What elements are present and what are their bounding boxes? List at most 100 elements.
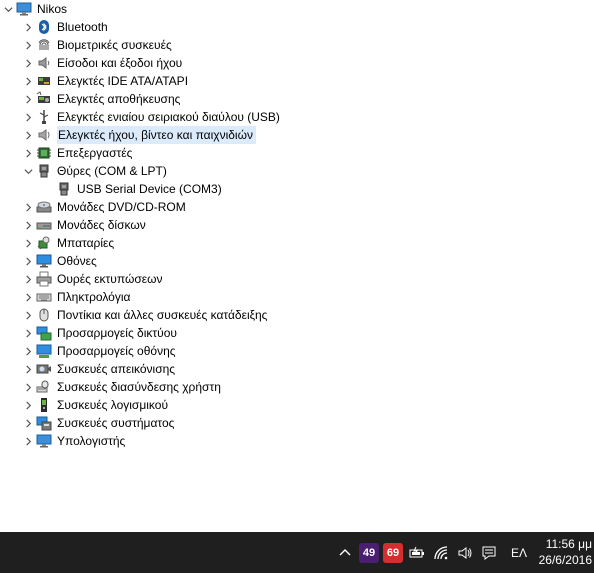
node-label: Προσαρμογείς οθόνης xyxy=(57,344,176,358)
tree-category-node[interactable]: Οθόνες xyxy=(20,252,97,270)
badge-purple: 49 xyxy=(359,542,379,563)
node-label: Προσαρμογείς δικτύου xyxy=(57,326,177,340)
chevron-right-icon[interactable] xyxy=(20,144,36,162)
taskbar: 49 69 ΕΛ 11:56 μμ 26/6/2016 xyxy=(0,532,594,573)
tree-category-node[interactable]: Ελεγκτές αποθήκευσης xyxy=(20,90,180,108)
tree-device-node[interactable]: USB Serial Device (COM3) xyxy=(40,180,222,198)
tree-category-node[interactable]: Θύρες (COM & LPT) xyxy=(20,162,167,180)
chevron-right-icon[interactable] xyxy=(20,324,36,342)
tree-category-node[interactable]: Ελεγκτές ενιαίου σειριακού διαύλου (USB) xyxy=(20,108,280,126)
keyboard-icon xyxy=(36,289,52,305)
printer-icon xyxy=(36,271,52,287)
computer-icon xyxy=(36,433,52,449)
system-device-icon xyxy=(36,415,52,431)
tree-category-node[interactable]: Υπολογιστής xyxy=(20,432,125,450)
network-adapter-icon xyxy=(36,325,52,341)
tray-badge-purple[interactable]: 49 xyxy=(358,532,380,573)
processor-icon xyxy=(36,145,52,161)
storage-controller-icon xyxy=(36,91,52,107)
chevron-right-icon[interactable] xyxy=(20,252,36,270)
tree-category-node[interactable]: Βιομετρικές συσκευές xyxy=(20,36,172,54)
display-adapter-icon xyxy=(36,343,52,359)
tree-category-node[interactable]: Μονάδες δίσκων xyxy=(20,216,146,234)
chevron-right-icon[interactable] xyxy=(20,378,36,396)
tree-category-node[interactable]: Μονάδες DVD/CD-ROM xyxy=(20,198,186,216)
clock-date: 26/6/2016 xyxy=(538,553,592,567)
chevron-right-icon[interactable] xyxy=(20,288,36,306)
camera-icon xyxy=(36,361,52,377)
tree-category-node[interactable]: Ουρές εκτυπώσεων xyxy=(20,270,162,288)
tree-category-node[interactable]: Μπαταρίες xyxy=(20,234,114,252)
show-hidden-icons-chevron-up-icon[interactable] xyxy=(336,532,354,573)
node-label: Ελεγκτές IDE ATA/ATAPI xyxy=(57,74,189,88)
chevron-right-icon[interactable] xyxy=(20,342,36,360)
mouse-icon xyxy=(36,307,52,323)
node-label: Πληκτρολόγια xyxy=(57,290,131,304)
node-label: Βιομετρικές συσκευές xyxy=(57,38,172,52)
battery-charging-icon[interactable] xyxy=(406,532,428,573)
chevron-right-icon[interactable] xyxy=(20,198,36,216)
port-icon xyxy=(56,181,72,197)
node-label: Οθόνες xyxy=(57,254,97,268)
chevron-down-icon[interactable] xyxy=(20,162,36,180)
node-label: USB Serial Device (COM3) xyxy=(77,182,222,196)
node-label: Συσκευές απεικόνισης xyxy=(57,362,176,376)
chevron-right-icon[interactable] xyxy=(20,234,36,252)
tree-category-node[interactable]: Είσοδοι και έξοδοι ήχου xyxy=(20,54,182,72)
chevron-right-icon[interactable] xyxy=(20,54,36,72)
tree-root-node[interactable]: Nikos xyxy=(0,0,67,18)
chevron-right-icon[interactable] xyxy=(20,270,36,288)
node-label: Nikos xyxy=(37,2,68,16)
action-center-icon[interactable] xyxy=(478,532,500,573)
clock[interactable]: 11:56 μμ 26/6/2016 xyxy=(539,536,592,568)
tree-category-node[interactable]: Προσαρμογείς οθόνης xyxy=(20,342,176,360)
chevron-down-icon[interactable] xyxy=(0,0,16,18)
node-label: Ελεγκτές αποθήκευσης xyxy=(57,92,181,106)
chevron-right-icon[interactable] xyxy=(20,396,36,414)
chevron-right-icon[interactable] xyxy=(20,36,36,54)
tree-category-node[interactable]: Συσκευές απεικόνισης xyxy=(20,360,175,378)
tree-category-node[interactable]: Ελεγκτές IDE ATA/ATAPI xyxy=(20,72,188,90)
tree-category-node[interactable]: Bluetooth xyxy=(20,18,108,36)
chevron-right-icon[interactable] xyxy=(20,126,36,144)
volume-icon[interactable] xyxy=(454,532,476,573)
tree-category-node[interactable]: Ποντίκια και άλλες συσκευές κατάδειξης xyxy=(20,306,267,324)
tray-badge-red[interactable]: 69 xyxy=(382,532,404,573)
node-label: Συσκευές συστήματος xyxy=(57,416,175,430)
language-label: ΕΛ xyxy=(510,545,528,560)
chevron-right-icon[interactable] xyxy=(20,108,36,126)
input-language-indicator[interactable]: ΕΛ xyxy=(506,532,532,573)
tree-category-node[interactable]: Συσκευές συστήματος xyxy=(20,414,174,432)
hid-icon xyxy=(36,379,52,395)
chevron-right-icon[interactable] xyxy=(20,432,36,450)
tree-category-node[interactable]: Επεξεργαστές xyxy=(20,144,132,162)
battery-icon xyxy=(36,235,52,251)
chevron-right-icon[interactable] xyxy=(20,414,36,432)
node-label: Μονάδες δίσκων xyxy=(57,218,146,232)
tree-category-node[interactable]: Προσαρμογείς δικτύου xyxy=(20,324,177,342)
tree-category-node[interactable]: Ελεγκτές ήχου, βίντεο και παιχνιδιών xyxy=(20,126,256,144)
tree-category-node[interactable]: Πληκτρολόγια xyxy=(20,288,130,306)
node-label: Μονάδες DVD/CD-ROM xyxy=(57,200,186,214)
device-tree: Nikos Bluetooth Βιομετρικές συσκευές Είσοδο… xyxy=(0,0,594,532)
chevron-right-icon[interactable] xyxy=(20,216,36,234)
node-label: Μπαταρίες xyxy=(57,236,115,250)
node-label: Συσκευές λογισμικού xyxy=(57,398,168,412)
chevron-right-icon[interactable] xyxy=(20,360,36,378)
node-label: Ελεγκτές ενιαίου σειριακού διαύλου (USB) xyxy=(57,110,280,124)
node-label: Ουρές εκτυπώσεων xyxy=(57,272,163,286)
dvd-drive-icon xyxy=(36,199,52,215)
node-label: Είσοδοι και έξοδοι ήχου xyxy=(57,56,183,70)
disk-drive-icon xyxy=(36,217,52,233)
sound-video-icon xyxy=(36,127,52,143)
chevron-right-icon[interactable] xyxy=(20,90,36,108)
tree-category-node[interactable]: Συσκευές διασύνδεσης χρήστη xyxy=(20,378,221,396)
chevron-right-icon[interactable] xyxy=(20,18,36,36)
chevron-right-icon[interactable] xyxy=(20,72,36,90)
tree-category-node[interactable]: Συσκευές λογισμικού xyxy=(20,396,168,414)
software-device-icon xyxy=(36,397,52,413)
node-label: Συσκευές διασύνδεσης χρήστη xyxy=(57,380,221,394)
chevron-right-icon[interactable] xyxy=(20,306,36,324)
wifi-icon[interactable] xyxy=(430,532,452,573)
